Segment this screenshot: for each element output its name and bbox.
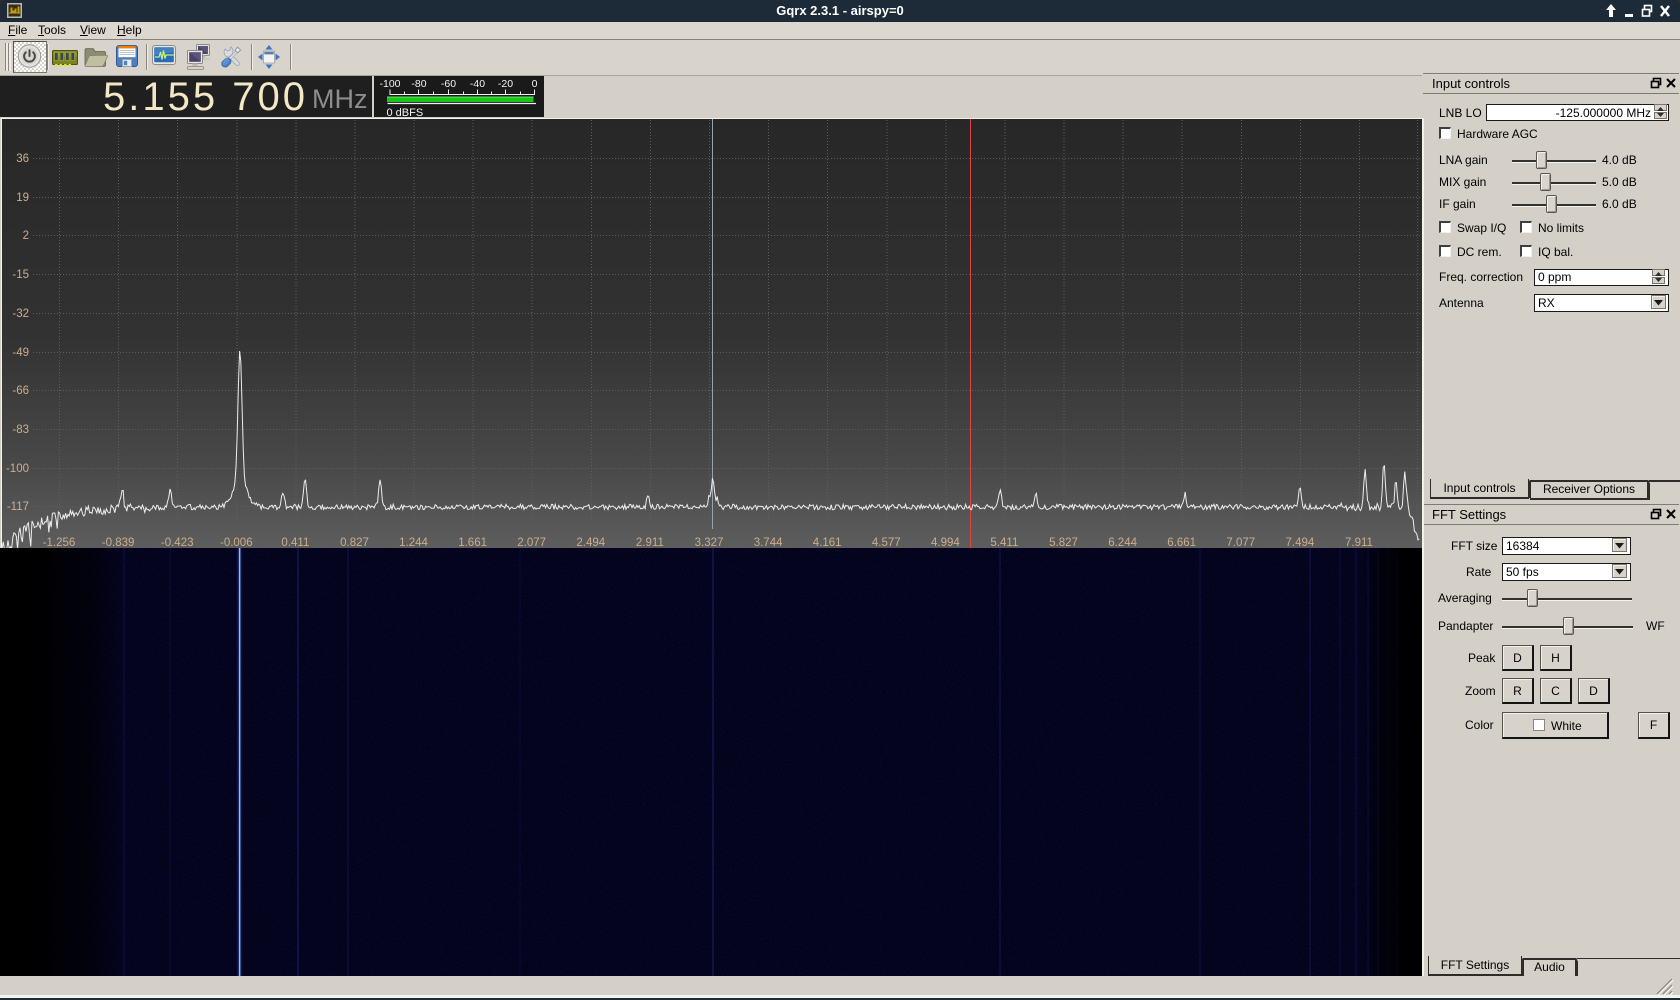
svg-text:2.911: 2.911 (636, 537, 664, 548)
svg-text:2.077: 2.077 (517, 537, 546, 548)
svg-text:-20: -20 (498, 78, 513, 90)
svg-text:-100: -100 (379, 78, 400, 90)
svg-text:-0.006: -0.006 (220, 537, 253, 548)
svg-text:-40: -40 (470, 78, 485, 90)
svg-text:0: 0 (532, 78, 538, 90)
svg-text:5.827: 5.827 (1049, 537, 1078, 548)
svg-text:-66: -66 (12, 385, 29, 397)
svg-text:2.494: 2.494 (576, 537, 605, 548)
svg-text:7.077: 7.077 (1226, 537, 1255, 548)
svg-text:-32: -32 (12, 308, 29, 320)
svg-text:-80: -80 (411, 78, 426, 90)
svg-text:0 dBFS: 0 dBFS (387, 107, 424, 117)
svg-text:36: 36 (16, 153, 29, 165)
svg-text:-60: -60 (441, 78, 456, 90)
svg-text:-15: -15 (12, 269, 29, 281)
svg-text:-83: -83 (12, 424, 29, 436)
svg-text:-1.256: -1.256 (43, 537, 76, 548)
svg-text:-49: -49 (12, 347, 29, 359)
svg-text:6.661: 6.661 (1167, 537, 1196, 548)
svg-text:2: 2 (23, 230, 29, 242)
svg-text:-0.423: -0.423 (161, 537, 194, 548)
svg-text:3.744: 3.744 (754, 537, 783, 548)
svg-text:6.244: 6.244 (1108, 537, 1137, 548)
svg-text:-0.839: -0.839 (102, 537, 135, 548)
svg-text:7.911: 7.911 (1345, 537, 1373, 548)
svg-text:4.161: 4.161 (813, 537, 842, 548)
svg-text:1.661: 1.661 (458, 537, 487, 548)
svg-text:19: 19 (16, 192, 29, 204)
svg-text:-100: -100 (6, 463, 29, 475)
svg-text:7.494: 7.494 (1286, 537, 1315, 548)
svg-text:0.411: 0.411 (281, 537, 309, 548)
svg-text:0.827: 0.827 (340, 537, 369, 548)
svg-text:4.994: 4.994 (931, 537, 960, 548)
svg-text:4.577: 4.577 (872, 537, 901, 548)
svg-text:5.411: 5.411 (990, 537, 1018, 548)
svg-text:-117: -117 (7, 501, 29, 513)
svg-text:1.244: 1.244 (399, 537, 428, 548)
svg-text:3.327: 3.327 (695, 537, 724, 548)
